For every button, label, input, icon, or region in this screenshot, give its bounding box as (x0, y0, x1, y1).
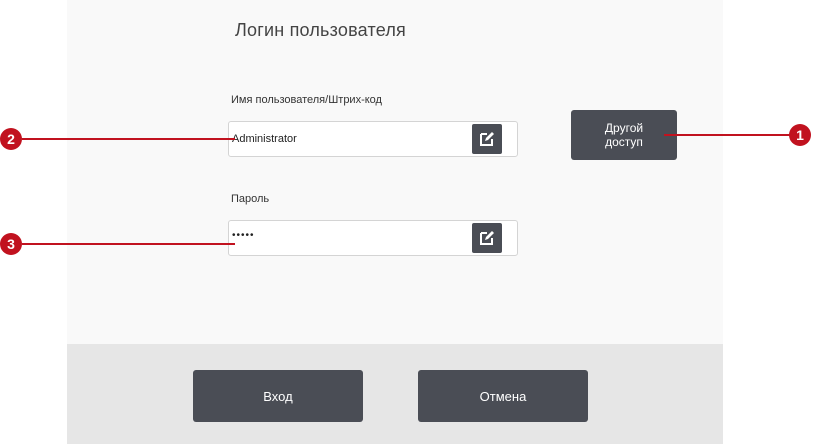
callout-2: 2 (0, 128, 22, 150)
edit-icon (480, 231, 494, 245)
callout-line-3 (22, 243, 235, 245)
callout-3: 3 (0, 233, 22, 255)
cancel-button[interactable]: Отмена (418, 370, 588, 422)
password-value: ••••• (232, 230, 255, 241)
username-label: Имя пользователя/Штрих-код (231, 94, 382, 106)
other-access-button[interactable]: Другой доступ (571, 110, 677, 160)
password-label: Пароль (231, 193, 270, 205)
username-edit-button[interactable] (472, 124, 502, 154)
callout-line-2 (22, 138, 235, 140)
callout-line-1 (664, 134, 794, 136)
dialog-title: Логин пользователя (235, 20, 406, 40)
password-edit-button[interactable] (472, 223, 502, 253)
dialog-footer (67, 344, 723, 444)
login-button[interactable]: Вход (193, 370, 363, 422)
edit-icon (480, 132, 494, 146)
callout-1: 1 (789, 124, 811, 146)
username-value: Administrator (232, 133, 297, 145)
